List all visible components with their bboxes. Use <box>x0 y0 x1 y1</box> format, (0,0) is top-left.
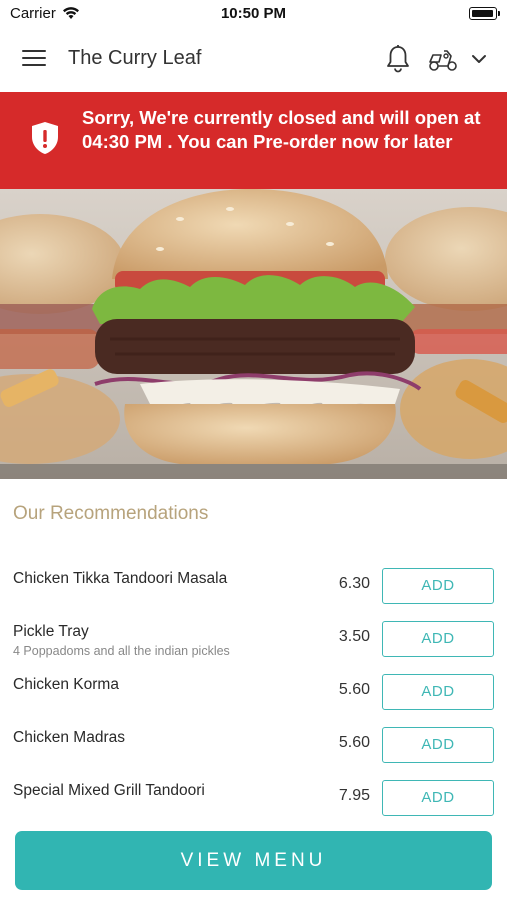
list-item: Pickle Tray 4 Poppadoms and all the indi… <box>0 609 507 662</box>
chevron-down-icon[interactable] <box>470 52 488 66</box>
bell-icon[interactable] <box>385 44 411 74</box>
item-name: Chicken Korma <box>13 676 119 693</box>
list-item: Special Mixed Grill Tandoori 7.95 ADD <box>0 768 507 821</box>
add-button[interactable]: ADD <box>382 621 494 657</box>
recommendations-list: Chicken Tikka Tandoori Masala 6.30 ADD P… <box>0 556 507 821</box>
add-button[interactable]: ADD <box>382 727 494 763</box>
closed-banner: Sorry, We're currently closed and will o… <box>0 92 507 189</box>
closed-message: Sorry, We're currently closed and will o… <box>82 107 481 152</box>
menu-icon[interactable] <box>22 50 46 70</box>
view-menu-button[interactable]: VIEW MENU <box>15 831 492 890</box>
item-name: Pickle Tray <box>13 623 89 640</box>
page-title: The Curry Leaf <box>68 47 202 69</box>
item-name: Chicken Madras <box>13 729 125 746</box>
burger-illustration <box>0 189 507 479</box>
clock: 10:50 PM <box>220 5 287 22</box>
item-name: Chicken Tikka Tandoori Masala <box>13 570 228 587</box>
item-price: 3.50 <box>338 628 370 645</box>
add-button[interactable]: ADD <box>382 780 494 816</box>
item-price: 5.60 <box>338 734 370 751</box>
add-button[interactable]: ADD <box>382 568 494 604</box>
list-item: Chicken Madras 5.60 ADD <box>0 715 507 768</box>
status-bar: Carrier 10:50 PM <box>0 0 507 28</box>
shield-alert-icon <box>32 122 58 154</box>
add-button[interactable]: ADD <box>382 674 494 710</box>
app-header: The Curry Leaf <box>0 28 507 92</box>
list-item: Chicken Korma 5.60 ADD <box>0 662 507 715</box>
scooter-icon[interactable] <box>427 47 459 73</box>
item-price: 6.30 <box>338 575 370 592</box>
item-price: 7.95 <box>338 787 370 804</box>
hero-image <box>0 189 507 479</box>
item-name: Special Mixed Grill Tandoori <box>13 782 205 799</box>
recommendations-title: Our Recommendations <box>13 503 209 524</box>
item-description: 4 Poppadoms and all the indian pickles <box>13 644 230 658</box>
list-item: Chicken Tikka Tandoori Masala 6.30 ADD <box>0 556 507 609</box>
item-price: 5.60 <box>338 681 370 698</box>
battery-icon <box>469 7 500 20</box>
